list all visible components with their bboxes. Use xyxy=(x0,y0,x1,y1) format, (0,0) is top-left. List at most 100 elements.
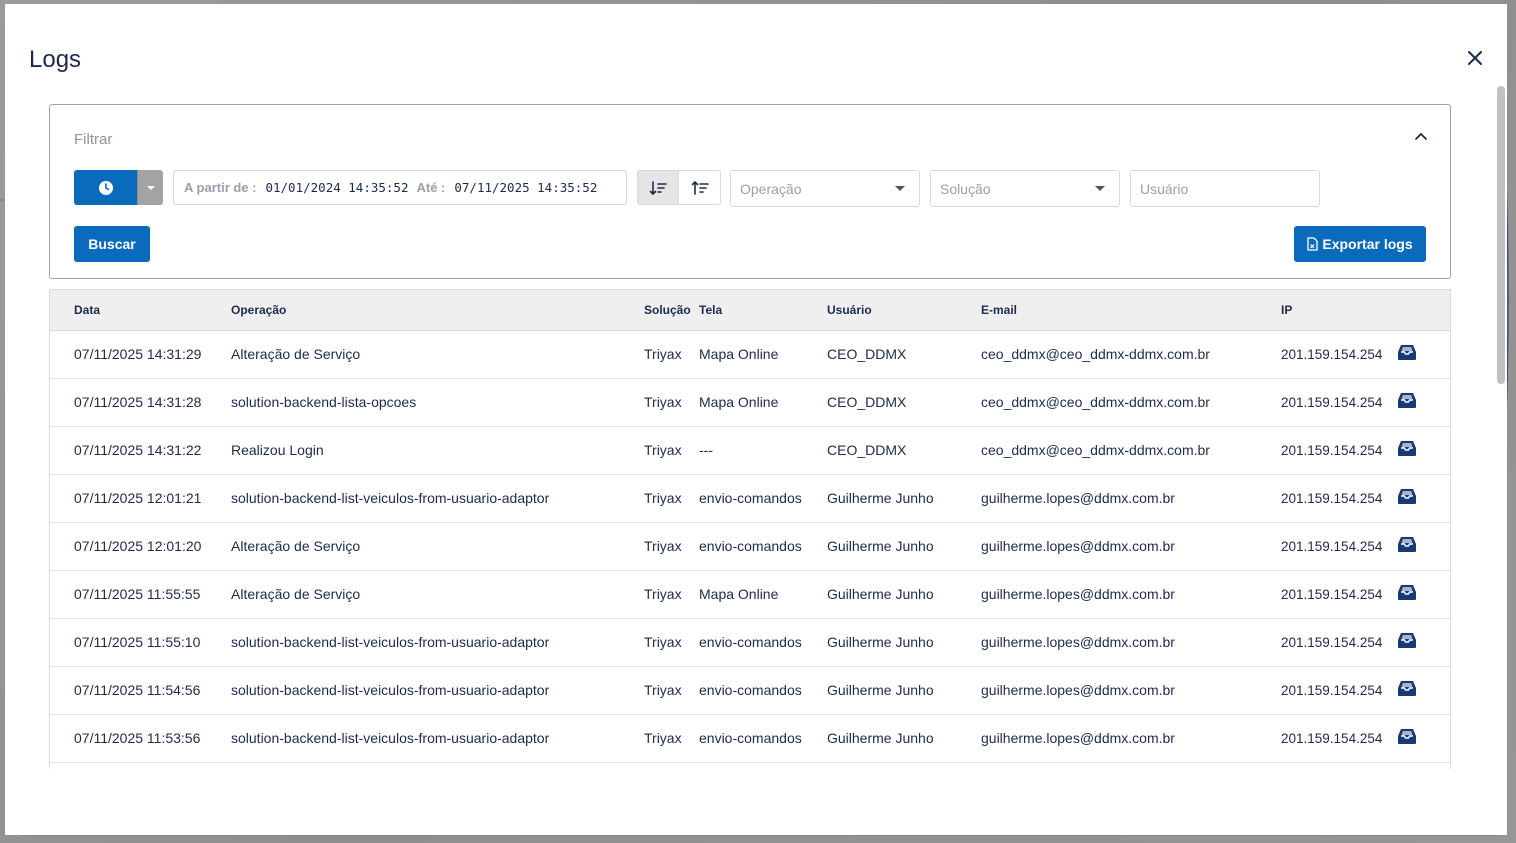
date-from-value[interactable]: 01/01/2024 14:35:52 xyxy=(265,180,408,195)
inbox-tray-icon[interactable] xyxy=(1397,344,1417,361)
cell-data: 07/11/2025 11:55:10 xyxy=(74,634,201,650)
cell-solucao: Triyax xyxy=(644,586,682,602)
cell-actions xyxy=(1397,522,1450,570)
cell-data: 07/11/2025 14:31:22 xyxy=(74,442,202,458)
inbox-tray-icon[interactable] xyxy=(1397,728,1417,745)
cell-email: guilherme.lopes@ddmx.com.br xyxy=(981,490,1175,506)
cell-email: guilherme.lopes@ddmx.com.br xyxy=(981,730,1175,746)
table-row[interactable]: 07/11/2025 14:31:22 Realizou Login Triyax -… xyxy=(50,426,1450,474)
modal-title: Logs xyxy=(29,46,82,73)
inbox-tray-icon[interactable] xyxy=(1397,632,1417,649)
cell-usuario: CEO_DDMX xyxy=(827,346,907,362)
cell-usuario: CEO_DDMX xyxy=(827,394,907,410)
time-preset-dropdown[interactable] xyxy=(137,170,163,205)
cell-solucao: Triyax xyxy=(644,346,682,362)
cell-ip: 201.159.154.254 xyxy=(1281,682,1383,698)
table-row[interactable]: 07/11/2025 11:53:56 solution-backend-list… xyxy=(50,714,1450,762)
operation-select[interactable]: Operação xyxy=(730,170,920,207)
cell-usuario: Guilherme Junho xyxy=(827,490,934,506)
column-header-tela[interactable]: Tela xyxy=(699,290,827,331)
table-row[interactable]: 07/11/2025 11:54:56 solution-backend-list… xyxy=(50,666,1450,714)
cell-operacao: solution-backend-list-veiculos-from-usua… xyxy=(231,634,550,650)
time-preset-button[interactable] xyxy=(74,170,137,205)
cell-solucao: Triyax xyxy=(644,538,682,554)
cell-ip: 201.159.154.254 xyxy=(1281,586,1383,602)
table-row[interactable]: 07/11/2025 11:55:55 Alteração de Serviço T… xyxy=(50,570,1450,618)
logs-modal: Logs Filtrar A partir de : 01/01/2024 14… xyxy=(5,4,1507,835)
cell-usuario: Guilherme Junho xyxy=(827,730,934,746)
inbox-tray-icon[interactable] xyxy=(1397,440,1417,457)
cell-operacao: solution-backend-list-veiculos-from-usua… xyxy=(231,682,550,698)
cell-operacao: Alteração de Serviço xyxy=(231,346,361,362)
solution-select[interactable]: Solução xyxy=(930,170,1120,207)
table-header-row: Data Operação Solução Tela Usuário E-mai… xyxy=(50,290,1450,331)
date-to-value[interactable]: 07/11/2025 14:35:52 xyxy=(454,180,597,195)
close-button[interactable] xyxy=(1463,46,1487,70)
cell-actions xyxy=(1397,378,1450,426)
cell-operacao: solution-backend-list-veiculos-from-usua… xyxy=(231,730,550,746)
cell-tela: envio-comandos xyxy=(699,490,802,506)
user-input[interactable] xyxy=(1130,170,1320,207)
cell-tela: envio-comandos xyxy=(699,538,802,554)
date-to-label: Até : xyxy=(416,180,446,195)
cell-solucao: Triyax xyxy=(644,730,682,746)
cell-email: guilherme.lopes@ddmx.com.br xyxy=(981,634,1175,650)
clock-icon xyxy=(98,180,113,195)
cell-usuario: Guilherme Junho xyxy=(827,634,934,650)
sort-descending-button[interactable] xyxy=(637,170,679,205)
column-header-ip[interactable]: IP xyxy=(1281,290,1397,331)
cell-operacao: Alteração de Serviço xyxy=(231,586,361,602)
caret-down-icon xyxy=(146,185,155,190)
cell-ip: 201.159.154.254 xyxy=(1281,346,1383,362)
column-header-usuario[interactable]: Usuário xyxy=(827,290,981,331)
column-header-operacao[interactable]: Operação xyxy=(231,290,644,331)
table-row[interactable]: 07/11/2025 14:31:29 Alteração de Serviço T… xyxy=(50,330,1450,378)
table-row[interactable]: 07/11/2025 11:55:10 solution-backend-list… xyxy=(50,618,1450,666)
cell-solucao: Triyax xyxy=(644,490,682,506)
cell-operacao: Realizou Login xyxy=(231,442,324,458)
cell-email: guilherme.lopes@ddmx.com.br xyxy=(981,538,1175,554)
column-header-solucao[interactable]: Solução xyxy=(644,290,699,331)
scrollbar-thumb[interactable] xyxy=(1497,86,1505,384)
cell-email: ceo_ddmx@ceo_ddmx-ddmx.com.br xyxy=(981,346,1210,362)
table-row[interactable]: 07/11/2025 14:31:28 solution-backend-list… xyxy=(50,378,1450,426)
chevron-down-icon xyxy=(1095,186,1105,191)
date-range-field[interactable]: A partir de : 01/01/2024 14:35:52 Até : … xyxy=(173,170,627,205)
inbox-tray-icon[interactable] xyxy=(1397,584,1417,601)
column-header-data[interactable]: Data xyxy=(50,290,231,331)
cell-tela: envio-comandos xyxy=(699,730,802,746)
export-logs-button[interactable]: Exportar logs xyxy=(1294,226,1426,262)
column-header-email[interactable]: E-mail xyxy=(981,290,1281,331)
sort-ascending-button[interactable] xyxy=(679,170,721,205)
cell-data: 07/11/2025 11:54:56 xyxy=(74,682,201,698)
filter-panel: Filtrar A partir de : 01/01/2024 14:35:5… xyxy=(49,104,1451,279)
filter-title: Filtrar xyxy=(74,131,113,148)
inbox-tray-icon[interactable] xyxy=(1397,488,1417,505)
cell-data: 07/11/2025 12:01:20 xyxy=(74,538,202,554)
cell-tela: Mapa Online xyxy=(699,586,779,602)
cell-email: ceo_ddmx@ceo_ddmx-ddmx.com.br xyxy=(981,442,1210,458)
cell-ip: 201.159.154.254 xyxy=(1281,730,1383,746)
file-export-icon xyxy=(1307,237,1319,251)
inbox-tray-icon[interactable] xyxy=(1397,536,1417,553)
logs-table: Data Operação Solução Tela Usuário E-mai… xyxy=(49,289,1451,769)
chevron-up-icon xyxy=(1415,132,1427,140)
cell-actions xyxy=(1397,570,1450,618)
column-header-actions xyxy=(1397,290,1450,331)
inbox-tray-icon[interactable] xyxy=(1397,680,1417,697)
cell-tela: Mapa Online xyxy=(699,346,779,362)
cell-ip: 201.159.154.254 xyxy=(1281,634,1383,650)
cell-data: 07/11/2025 11:53:56 xyxy=(74,730,201,746)
modal-scrollbar[interactable] xyxy=(1495,4,1507,835)
table-row[interactable]: 07/11/2025 12:01:21 solution-backend-list… xyxy=(50,474,1450,522)
cell-operacao: solution-backend-lista-opcoes xyxy=(231,394,417,410)
collapse-filter-button[interactable] xyxy=(1412,127,1430,145)
cell-email: guilherme.lopes@ddmx.com.br xyxy=(981,586,1175,602)
inbox-tray-icon[interactable] xyxy=(1397,392,1417,409)
table-row[interactable]: 07/11/2025 12:01:20 Alteração de Serviço T… xyxy=(50,522,1450,570)
chevron-down-icon xyxy=(895,186,905,191)
sort-descending-icon xyxy=(649,180,667,195)
search-button[interactable]: Buscar xyxy=(74,226,150,262)
cell-solucao: Triyax xyxy=(644,442,682,458)
cell-actions xyxy=(1397,426,1450,474)
